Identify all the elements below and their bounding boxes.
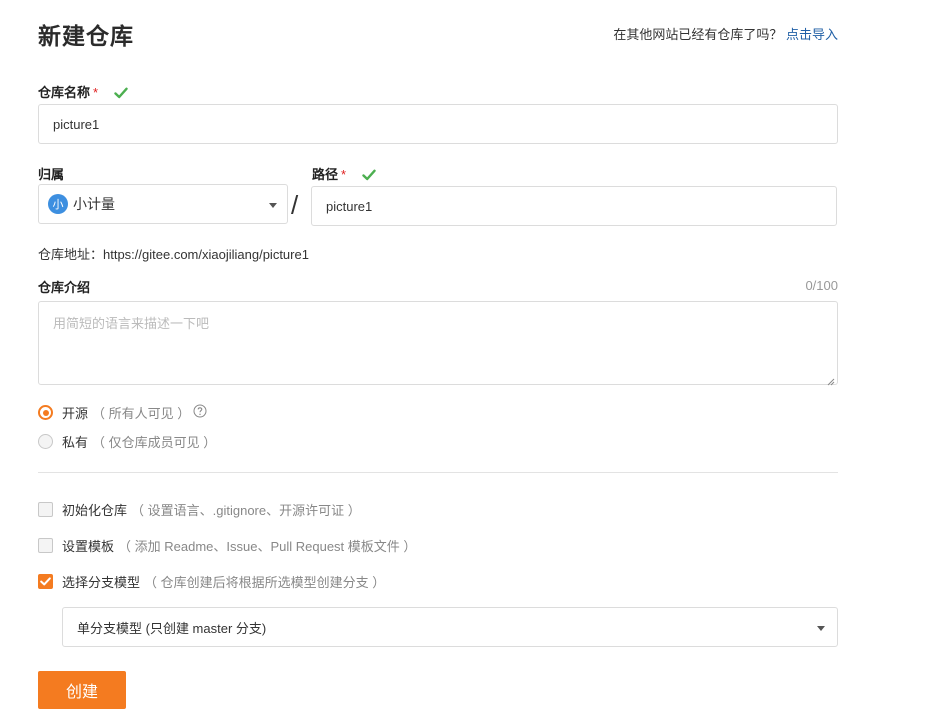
description-placeholder: 用简短的语言来描述一下吧	[53, 316, 210, 331]
repo-name-label: 仓库名称 *	[38, 82, 128, 102]
visibility-public-label: 开源	[62, 406, 89, 421]
templates-label: 设置模板	[62, 539, 115, 554]
path-label-text: 路径	[312, 167, 339, 182]
branch-model-hint: （ 仓库创建后将根据所选模型创建分支 ）	[144, 575, 386, 590]
templates-option[interactable]: 设置模板 （ 添加 Readme、Issue、Pull Request 模板文件…	[38, 536, 416, 555]
path-separator: /	[291, 190, 299, 220]
import-prompt-text: 在其他网站已经有仓库了吗？	[613, 27, 783, 42]
branch-model-option[interactable]: 选择分支模型 （ 仓库创建后将根据所选模型创建分支 ）	[38, 572, 385, 591]
check-icon	[114, 87, 128, 102]
chevron-down-icon	[817, 626, 825, 631]
check-icon	[362, 169, 376, 184]
required-mark: *	[341, 167, 347, 182]
help-icon[interactable]	[193, 404, 207, 421]
init-repo-option[interactable]: 初始化仓库 （ 设置语言、.gitignore、开源许可证 ）	[38, 500, 361, 519]
required-mark: *	[93, 85, 99, 100]
path-label: 路径 *	[312, 164, 376, 184]
owner-select[interactable]: 小 小计量	[38, 184, 288, 224]
radio-public[interactable]	[38, 405, 53, 420]
repo-address: 仓库地址：https://gitee.com/xiaojiliang/pictu…	[38, 247, 309, 262]
checkmark-icon	[40, 577, 51, 586]
visibility-public-option[interactable]: 开源 （ 所有人可见 ）	[38, 403, 207, 422]
init-repo-label: 初始化仓库	[62, 503, 128, 518]
templates-hint: （ 添加 Readme、Issue、Pull Request 模板文件 ）	[118, 539, 417, 554]
divider	[38, 472, 838, 473]
description-textarea[interactable]: 用简短的语言来描述一下吧	[38, 301, 838, 386]
chevron-down-icon	[269, 203, 277, 208]
owner-label: 归属	[38, 167, 65, 182]
owner-name: 小计量	[73, 196, 115, 212]
radio-private[interactable]	[38, 434, 53, 449]
repo-name-input[interactable]: picture1	[38, 104, 838, 144]
visibility-private-option[interactable]: 私有 （ 仅仓库成员可见 ）	[38, 432, 216, 451]
visibility-public-hint: （ 所有人可见 ）	[92, 406, 191, 421]
init-repo-checkbox[interactable]	[38, 502, 53, 517]
repo-name-label-text: 仓库名称	[38, 85, 91, 100]
page-title: 新建仓库	[38, 23, 134, 49]
description-counter: 0/100	[805, 278, 838, 293]
create-button[interactable]: 创建	[38, 671, 126, 709]
visibility-private-hint: （ 仅仓库成员可见 ）	[92, 435, 217, 450]
branch-model-checkbox[interactable]	[38, 574, 53, 589]
path-input[interactable]: picture1	[311, 186, 837, 226]
templates-checkbox[interactable]	[38, 538, 53, 553]
branch-model-select-value: 单分支模型 (只创建 master 分支)	[77, 620, 267, 636]
import-link[interactable]: 点击导入	[786, 27, 838, 42]
visibility-private-label: 私有	[62, 435, 89, 450]
init-repo-hint: （ 设置语言、.gitignore、开源许可证 ）	[131, 503, 361, 518]
branch-model-select[interactable]: 单分支模型 (只创建 master 分支)	[62, 607, 838, 647]
description-label: 仓库介绍	[38, 280, 91, 295]
avatar: 小	[48, 194, 68, 214]
branch-model-label: 选择分支模型	[62, 575, 141, 590]
resize-handle-icon[interactable]	[827, 374, 835, 386]
import-prompt: 在其他网站已经有仓库了吗？ 点击导入	[613, 24, 838, 43]
